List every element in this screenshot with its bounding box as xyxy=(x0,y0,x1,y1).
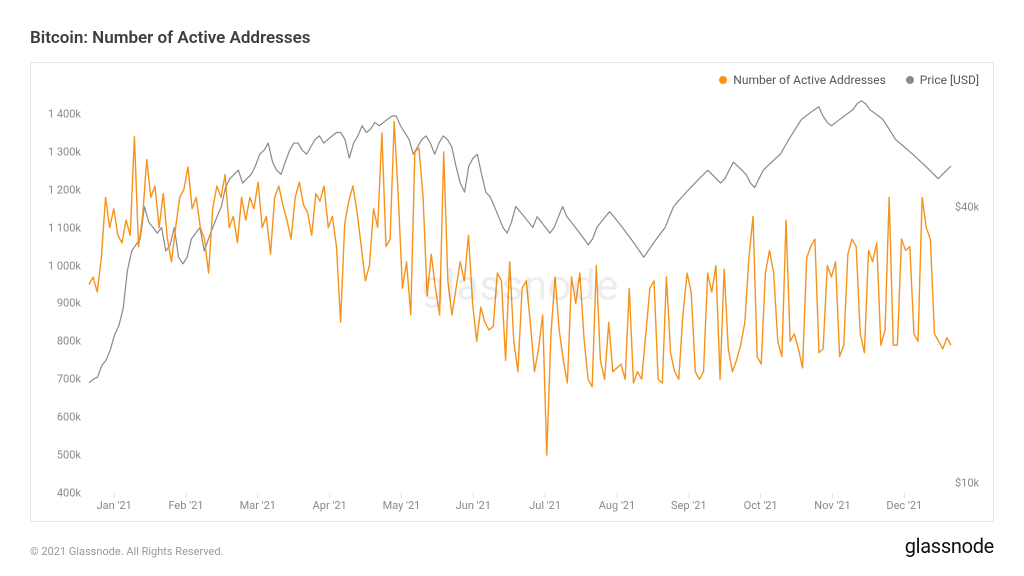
y-left-tick: 1 000k xyxy=(48,259,81,272)
addresses-line xyxy=(89,122,951,456)
legend-item-price[interactable]: Price [USD] xyxy=(906,73,979,87)
y-left-tick: 600k xyxy=(57,411,81,424)
y-left-tick: 800k xyxy=(57,335,81,348)
x-tick: Nov '21 xyxy=(814,499,850,512)
legend-label-price: Price [USD] xyxy=(920,73,979,87)
y-left-tick: 900k xyxy=(57,297,81,310)
y-left-tick: 1 400k xyxy=(48,107,81,120)
x-tick: Jun '21 xyxy=(456,499,491,512)
y-left-tick: 1 300k xyxy=(48,145,81,158)
x-tick: Aug '21 xyxy=(599,499,635,512)
y-left-tick: 500k xyxy=(57,449,81,462)
x-tick: Jul '21 xyxy=(529,499,561,512)
x-tick: Jan '21 xyxy=(97,499,132,512)
x-axis: Jan '21 Feb '21 Mar '21 Apr '21 May '21 Jun '… xyxy=(89,499,951,513)
x-tick: Dec '21 xyxy=(886,499,922,512)
y-right-tick: $40k xyxy=(955,200,979,213)
legend-item-addresses[interactable]: Number of Active Addresses xyxy=(719,73,886,87)
y-right-tick: $10k xyxy=(955,476,979,489)
brand-logo: glassnode xyxy=(905,534,994,558)
chart-svg xyxy=(89,95,951,493)
y-axis-right: $10k $40k xyxy=(953,95,987,493)
y-left-tick: 700k xyxy=(57,373,81,386)
legend: Number of Active Addresses Price [USD] xyxy=(719,73,979,87)
y-left-tick: 1 100k xyxy=(48,221,81,234)
y-left-tick: 1 200k xyxy=(48,183,81,196)
legend-dot-addresses xyxy=(719,76,727,84)
chart-title: Bitcoin: Number of Active Addresses xyxy=(30,28,994,48)
legend-dot-price xyxy=(906,76,914,84)
x-tick: Feb '21 xyxy=(168,499,203,512)
chart-frame: Number of Active Addresses Price [USD] 4… xyxy=(30,62,994,522)
copyright-text: © 2021 Glassnode. All Rights Reserved. xyxy=(30,545,223,558)
legend-label-addresses: Number of Active Addresses xyxy=(733,73,886,87)
x-tick: Apr '21 xyxy=(313,499,347,512)
x-tick: Sep '21 xyxy=(671,499,707,512)
plot-area[interactable]: glassnode xyxy=(89,95,951,493)
x-tick: May '21 xyxy=(383,499,421,512)
y-axis-left: 400k500k600k700k800k900k1 000k1 100k1 20… xyxy=(37,95,85,493)
x-tick: Oct '21 xyxy=(744,499,778,512)
x-tick: Mar '21 xyxy=(240,499,276,512)
y-left-tick: 400k xyxy=(57,487,81,500)
